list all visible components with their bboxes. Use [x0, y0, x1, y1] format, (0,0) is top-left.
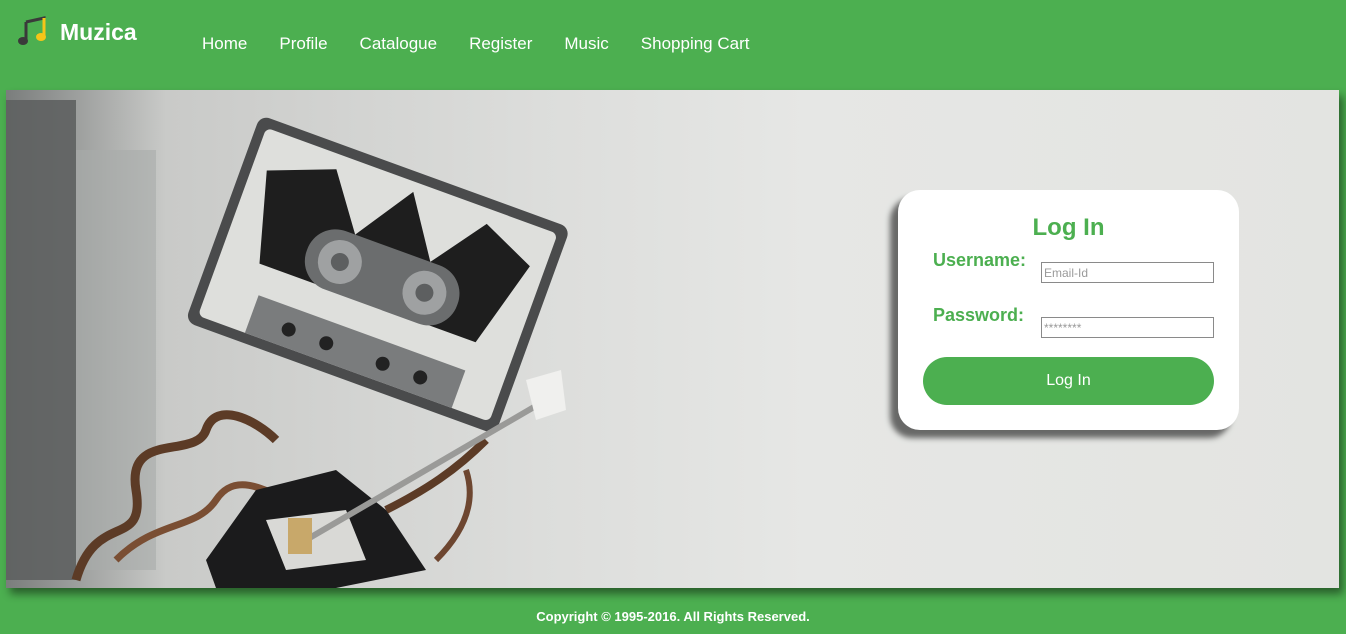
login-card: Log In Username: Password: Log In — [898, 190, 1239, 430]
password-input[interactable] — [1041, 317, 1214, 338]
footer: Copyright © 1995-2016. All Rights Reserv… — [0, 600, 1346, 634]
brand-name: Muzica — [60, 18, 137, 45]
nav-home[interactable]: Home — [202, 34, 247, 54]
nav-shopping-cart[interactable]: Shopping Cart — [641, 34, 750, 54]
navbar: Muzica Home Profile Catalogue Register M… — [0, 0, 1346, 90]
main-nav: Home Profile Catalogue Register Music Sh… — [202, 34, 749, 54]
username-input[interactable] — [1041, 262, 1214, 283]
music-note-icon — [18, 16, 46, 45]
login-button[interactable]: Log In — [923, 357, 1214, 405]
nav-music[interactable]: Music — [564, 34, 608, 54]
nav-catalogue[interactable]: Catalogue — [360, 34, 438, 54]
password-label: Password: — [933, 305, 1025, 325]
brand-logo[interactable]: Muzica — [18, 16, 137, 48]
nav-register[interactable]: Register — [469, 34, 532, 54]
username-label: Username: — [933, 250, 1027, 270]
nav-profile[interactable]: Profile — [279, 34, 327, 54]
copyright-text: Copyright © 1995-2016. All Rights Reserv… — [536, 609, 810, 624]
login-title: Log In — [1032, 214, 1105, 241]
